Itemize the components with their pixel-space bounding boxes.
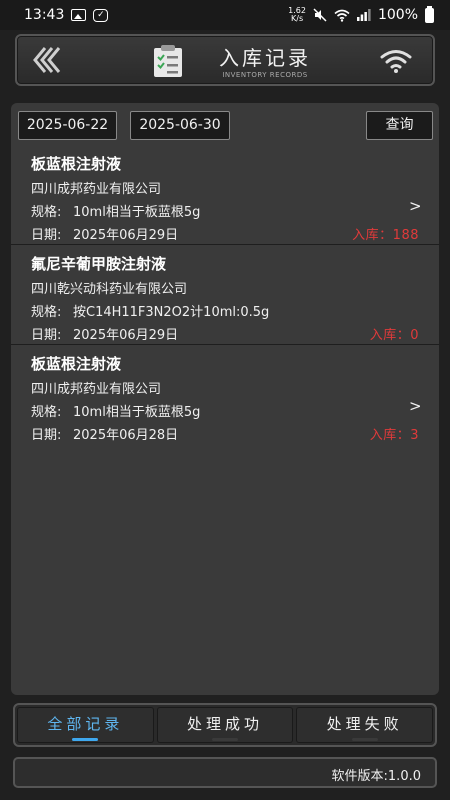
clipboard-check-icon (151, 44, 185, 78)
title-block: 入库记录 INVENTORY RECORDS (200, 42, 330, 79)
tab-all-records[interactable]: 全部记录 (17, 707, 154, 743)
record-quantity: 入库：0 (369, 328, 419, 343)
signal-icon (356, 9, 371, 21)
record-spec-label: 规格: (31, 305, 62, 320)
record-date-label: 日期: (31, 428, 62, 443)
record-date-label: 日期: (31, 228, 62, 243)
record-company: 四川成邦药业有限公司 (31, 382, 162, 397)
record-quantity: 入库：188 (352, 228, 419, 243)
record-spec-label: 规格: (31, 405, 62, 420)
record-spec: 10ml相当于板蓝根5g (73, 205, 201, 220)
record-date: 2025年06月29日 (73, 328, 179, 343)
page-title: 入库记录 (219, 46, 311, 70)
record-quantity: 入库：3 (369, 428, 419, 443)
double-chevron-left-icon (33, 47, 61, 73)
chevron-right-icon[interactable]: > (409, 197, 422, 215)
record-spec-label: 规格: (31, 205, 62, 220)
start-date-picker[interactable]: 2025-06-22 (18, 111, 117, 140)
record-company: 四川成邦药业有限公司 (31, 182, 162, 197)
net-speed-unit: K/s (291, 14, 304, 23)
record-name: 氟尼辛葡甲胺注射液 (31, 255, 167, 273)
mute-icon (313, 8, 327, 22)
record-name: 板蓝根注射液 (31, 155, 122, 173)
status-bar: 13:43 ✓ 1.62 K/s 100% (0, 0, 450, 30)
app-header: 入库记录 INVENTORY RECORDS (15, 34, 435, 86)
wifi-icon (380, 50, 412, 73)
back-button[interactable] (31, 45, 63, 75)
record-date-label: 日期: (31, 328, 62, 343)
page-subtitle: INVENTORY RECORDS (222, 71, 308, 79)
record-date: 2025年06月29日 (73, 228, 179, 243)
status-left: 13:43 ✓ (24, 7, 109, 23)
wifi-button[interactable] (379, 48, 413, 74)
record-date: 2025年06月28日 (73, 428, 179, 443)
software-version: 软件版本:1.0.0 (331, 769, 421, 784)
tab-failed[interactable]: 处理失败 (296, 707, 434, 743)
tab-label: 处理失败 (326, 715, 403, 733)
gallery-notification-icon (71, 9, 87, 21)
tab-indicator (72, 738, 99, 741)
record-item[interactable]: 板蓝根注射液 四川成邦药业有限公司 规格: 10ml相当于板蓝根5g > 日期:… (11, 145, 439, 245)
end-date-picker[interactable]: 2025-06-30 (130, 111, 230, 140)
record-company: 四川乾兴动科药业有限公司 (31, 282, 188, 297)
query-button[interactable]: 查询 (366, 111, 433, 140)
tab-label: 处理成功 (187, 715, 264, 733)
tab-indicator (351, 738, 378, 741)
record-name: 板蓝根注射液 (31, 355, 122, 373)
record-item[interactable]: 氟尼辛葡甲胺注射液 四川乾兴动科药业有限公司 规格: 按C14H11F3N2O2… (11, 245, 439, 345)
battery-icon (425, 5, 434, 23)
chevron-right-icon[interactable]: > (409, 397, 422, 415)
footer-bar: 软件版本:1.0.0 (13, 757, 437, 788)
tab-success[interactable]: 处理成功 (156, 707, 294, 743)
tab-label: 全部记录 (47, 715, 124, 733)
filter-tab-bar: 全部记录 处理成功 处理失败 (13, 703, 437, 747)
record-spec: 10ml相当于板蓝根5g (73, 405, 201, 420)
check-notification-icon: ✓ (93, 8, 109, 22)
status-right: 1.62 K/s 100% (288, 5, 434, 23)
record-spec: 按C14H11F3N2O2计10ml:0.5g (73, 305, 270, 320)
tab-indicator (212, 738, 238, 741)
wifi-status-icon (334, 9, 350, 22)
record-item[interactable]: 板蓝根注射液 四川成邦药业有限公司 规格: 10ml相当于板蓝根5g > 日期:… (11, 345, 439, 445)
battery-level: 100% (377, 7, 418, 23)
net-speed: 1.62 K/s (288, 7, 306, 23)
records-panel: 2025-06-22 2025-06-30 查询 板蓝根注射液 四川成邦药业有限… (11, 103, 439, 695)
status-time: 13:43 (24, 7, 65, 23)
